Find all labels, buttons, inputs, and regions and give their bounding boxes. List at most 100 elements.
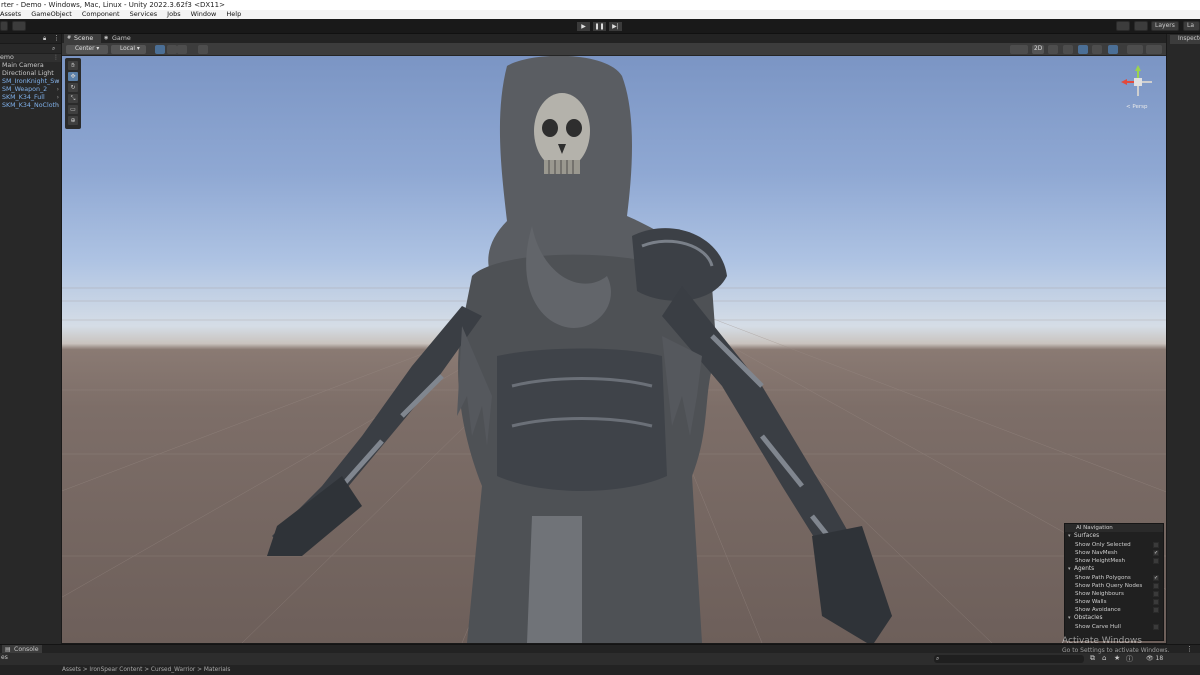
- hierarchy-item-sm-weapon[interactable]: SM_Weapon_2 ›: [0, 86, 61, 94]
- menu-dots-icon[interactable]: ⋮: [1186, 645, 1193, 653]
- camera-settings-icon[interactable]: [1127, 45, 1143, 54]
- checkbox-checked[interactable]: ✓: [1153, 550, 1159, 556]
- account-icon[interactable]: [0, 21, 8, 31]
- lighting-icon[interactable]: [1048, 45, 1058, 54]
- play-button[interactable]: ▶: [577, 22, 590, 31]
- move-tool-icon[interactable]: ✥: [68, 72, 78, 81]
- scene-toolbar: Center ▾ Local ▾ 2D: [62, 43, 1166, 56]
- history-icon[interactable]: [1116, 21, 1130, 31]
- option-show-carve-hull[interactable]: Show Carve Hull: [1065, 623, 1163, 631]
- label-icon[interactable]: ⌂: [1102, 654, 1106, 662]
- effects-icon[interactable]: [1078, 45, 1088, 54]
- lock-icon[interactable]: 🔒︎: [43, 35, 46, 43]
- section-agents[interactable]: Agents: [1065, 565, 1163, 574]
- snap-increment-icon[interactable]: [177, 45, 187, 54]
- grid-dropdown-icon[interactable]: [167, 45, 177, 54]
- local-global-dropdown[interactable]: Local ▾: [111, 45, 146, 54]
- project-breadcrumb: Assets > IronSpear Content > Cursed_Warr…: [0, 665, 1200, 675]
- checkbox[interactable]: [1153, 542, 1159, 548]
- option-show-path-query-nodes[interactable]: Show Path Query Nodes: [1065, 582, 1163, 590]
- activation-watermark: Activate Windows Go to Settings to activ…: [1062, 636, 1170, 654]
- filter-icon[interactable]: ⧉: [1090, 654, 1095, 663]
- checkbox-checked[interactable]: ✓: [1153, 575, 1159, 581]
- chevron-right-icon[interactable]: ›: [57, 86, 59, 94]
- chevron-right-icon[interactable]: ›: [57, 94, 59, 102]
- project-search-input[interactable]: ⌕: [934, 655, 1084, 663]
- pause-button[interactable]: ❚❚: [593, 22, 606, 31]
- scale-tool-icon[interactable]: ⤡: [68, 94, 78, 103]
- hand-tool-icon[interactable]: ✋︎: [68, 61, 78, 70]
- cloud-icon[interactable]: [12, 21, 26, 31]
- hidden-objects-icon[interactable]: [1092, 45, 1102, 54]
- checkbox[interactable]: [1153, 558, 1159, 564]
- transform-tool-icon[interactable]: ⊕: [68, 116, 78, 125]
- layout-dropdown[interactable]: La: [1183, 21, 1200, 31]
- ai-navigation-icon[interactable]: [1108, 45, 1118, 54]
- menu-dots-icon[interactable]: ⋮: [53, 54, 59, 62]
- menu-component[interactable]: Component: [82, 10, 120, 18]
- option-show-path-polygons[interactable]: Show Path Polygons ✓: [1065, 574, 1163, 582]
- hidden-count: 👁︎ 18: [1146, 655, 1164, 662]
- search-icon[interactable]: [1134, 21, 1148, 31]
- inspector-panel: Inspecto: [1166, 34, 1200, 644]
- menu-help[interactable]: Help: [226, 10, 241, 18]
- grid-snap-icon[interactable]: [155, 45, 165, 54]
- menu-assets[interactable]: Assets: [0, 10, 21, 18]
- hierarchy-item-skm-full[interactable]: SKM_K34_Full ›: [0, 94, 61, 102]
- menu-gameobject[interactable]: GameObject: [31, 10, 72, 18]
- ai-navigation-overlay: AI Navigation Surfaces Show Only Selecte…: [1064, 523, 1164, 641]
- option-show-walls[interactable]: Show Walls: [1065, 598, 1163, 606]
- audio-icon[interactable]: [1063, 45, 1073, 54]
- rotate-tool-icon[interactable]: ↻: [68, 83, 78, 92]
- hierarchy-item-directional-light[interactable]: Directional Light: [0, 70, 61, 78]
- search-options-icon[interactable]: ⌕: [52, 45, 55, 53]
- hierarchy-search[interactable]: ⌕: [0, 45, 61, 54]
- menu-window[interactable]: Window: [191, 10, 217, 18]
- scene-viewport[interactable]: [62, 56, 1166, 643]
- scene-rendering: [62, 56, 1166, 643]
- layers-dropdown[interactable]: Layers: [1151, 21, 1179, 31]
- option-show-heightmesh[interactable]: Show HeightMesh: [1065, 557, 1163, 565]
- option-show-avoidance[interactable]: Show Avoidance: [1065, 606, 1163, 614]
- chevron-right-icon[interactable]: ›: [57, 78, 59, 86]
- bottom-tab-bar: ▤ Console ⋮: [0, 644, 1200, 654]
- grid-icon: #: [67, 35, 72, 41]
- checkbox[interactable]: [1153, 624, 1159, 630]
- section-obstacles[interactable]: Obstacles: [1065, 614, 1163, 623]
- projection-label[interactable]: < Persp: [1126, 104, 1147, 110]
- main-toolbar: ▶ ❚❚ ▶| Layers La: [0, 19, 1200, 34]
- option-show-navmesh[interactable]: Show NavMesh ✓: [1065, 549, 1163, 557]
- toggle-2d-button[interactable]: 2D: [1032, 45, 1044, 54]
- snap-settings-icon[interactable]: [198, 45, 208, 54]
- tab-scene[interactable]: # Scene: [64, 34, 101, 43]
- hierarchy-panel: 🔒︎ ⋮ ⌕ emo ⋮ Main Camera Directional Lig…: [0, 34, 62, 644]
- menu-services[interactable]: Services: [130, 10, 157, 18]
- tab-inspector[interactable]: Inspecto: [1170, 35, 1200, 44]
- step-button[interactable]: ▶|: [609, 22, 622, 31]
- window-title: rter - Demo - Windows, Mac, Linux - Unit…: [0, 0, 1200, 10]
- chevron-right-icon[interactable]: ›: [57, 102, 59, 110]
- hierarchy-item-main-camera[interactable]: Main Camera: [0, 62, 61, 70]
- checkbox[interactable]: [1153, 599, 1159, 605]
- search-icon: ⌕: [936, 655, 940, 662]
- rect-tool-icon[interactable]: ▭: [68, 105, 78, 114]
- draw-mode-dropdown[interactable]: [1010, 45, 1028, 54]
- menu-jobs[interactable]: Jobs: [167, 10, 180, 18]
- option-show-neighbours[interactable]: Show Neighbours: [1065, 590, 1163, 598]
- menu-dots-icon[interactable]: ⋮: [53, 34, 60, 42]
- favorite-icon[interactable]: ★: [1114, 654, 1120, 662]
- info-icon[interactable]: ⓘ: [1126, 654, 1133, 664]
- pivot-center-dropdown[interactable]: Center ▾: [66, 45, 108, 54]
- scene-root[interactable]: emo ⋮: [0, 54, 61, 62]
- option-show-only-selected[interactable]: Show Only Selected: [1065, 541, 1163, 549]
- orientation-gizmo[interactable]: [1120, 64, 1156, 104]
- hierarchy-item-sm-ironknight[interactable]: SM_IronKnight_Sw ›: [0, 78, 61, 86]
- hierarchy-item-skm-nocloth[interactable]: SKM_K34_NoCloth ›: [0, 102, 61, 110]
- checkbox[interactable]: [1153, 583, 1159, 589]
- checkbox[interactable]: [1153, 591, 1159, 597]
- gizmos-dropdown-icon[interactable]: [1146, 45, 1162, 54]
- section-surfaces[interactable]: Surfaces: [1065, 532, 1163, 541]
- tab-game[interactable]: ◉ Game: [102, 34, 136, 43]
- checkbox[interactable]: [1153, 607, 1159, 613]
- hierarchy-header: 🔒︎ ⋮: [0, 34, 61, 44]
